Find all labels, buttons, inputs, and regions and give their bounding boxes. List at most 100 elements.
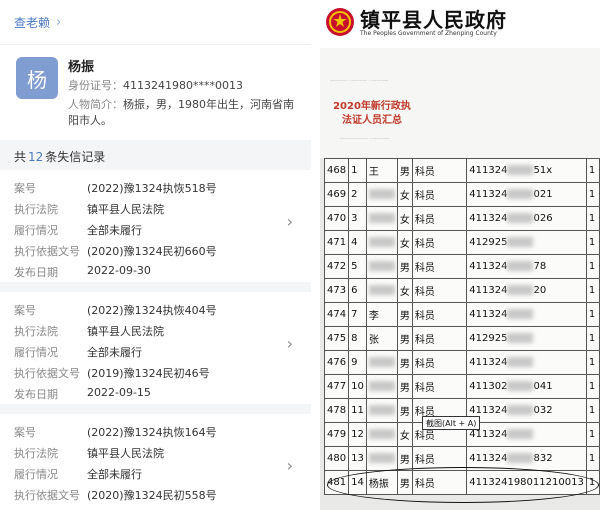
record-field-label: 履行情况 [14, 224, 58, 237]
row-index-text: 11 [351, 405, 364, 416]
id-value: 4113241980****0013 [123, 79, 243, 92]
chevron-right-icon[interactable]: › [287, 212, 293, 231]
row-number-text: 468 [327, 165, 347, 176]
record-count: 共 12 条失信记录 [14, 148, 105, 165]
breadcrumb[interactable]: 查老赖 › [0, 0, 311, 44]
chevron-right-icon[interactable]: › [287, 456, 293, 475]
staff-sex: 男 [396, 158, 413, 183]
person-id: 身份证号：4113241980****0013 [68, 77, 243, 93]
staff-title: 科员 [411, 470, 468, 495]
count-prefix: 共 [14, 150, 27, 164]
staff-id-tail: 78 [533, 261, 547, 272]
record-field-label: 执行依据文号 [14, 245, 80, 258]
redaction-blur [368, 213, 395, 223]
row-number-text: 473 [327, 285, 347, 296]
person-intro: 人物简介：杨振，男，1980年出生，河南省南阳市人。 [68, 97, 300, 129]
staff-sex-text: 女 [399, 431, 410, 442]
record-field-value: 2022-09-30 [87, 264, 151, 277]
record-card[interactable]: 案号 (2022)豫1324执恢518号 执行法院 镇平县人民法院 履行情况 全部未履行执… [0, 170, 311, 282]
count-number: 12 [28, 150, 44, 164]
row-number-text: 479 [327, 429, 347, 440]
staff-extra-text: 1 [588, 429, 596, 440]
row-number: 476 [323, 350, 350, 375]
row-number: 479 [323, 422, 350, 447]
staff-id-tail: 032 [533, 405, 553, 416]
staff-sex-text: 女 [399, 287, 410, 298]
intro-label: 人物简介： [68, 98, 123, 111]
row-number: 473 [323, 278, 350, 303]
staff-sex-text: 男 [399, 167, 410, 178]
table-row: 470 3 女科员 411324 026 1 [323, 206, 600, 231]
staff-sex: 女 [396, 182, 413, 207]
redaction-blur [507, 333, 534, 343]
staff-id: 411324 [466, 350, 587, 375]
staff-title-text: 科员 [414, 287, 435, 298]
staff-extra-text: 1 [588, 213, 596, 224]
staff-extra-text: 1 [588, 261, 596, 272]
credit-app-panel: 查老赖 › 杨 杨振 身份证号：4113241980****0013 人物简介：… [0, 0, 311, 510]
staff-id: 411324 [466, 302, 587, 327]
staff-sex: 女 [396, 230, 413, 255]
staff-title-text: 科员 [414, 479, 435, 490]
record-card[interactable]: 案号 (2022)豫1324执恢404号 执行法院 镇平县人民法院 履行情况 全部未履行执… [0, 292, 311, 404]
staff-sex-text: 男 [399, 263, 410, 274]
record-field-value: (2020)豫1324民初558号 [87, 489, 217, 502]
staff-extra-text: 1 [588, 309, 596, 320]
gov-document-photo: 镇平县人民政府 The Peoples Government of Zhenpi… [320, 0, 600, 510]
row-index-text: 10 [351, 381, 364, 392]
row-number: 475 [323, 326, 350, 351]
row-number-text: 477 [327, 381, 347, 392]
record-field-value: 2022-09-15 [87, 386, 151, 399]
staff-extra: 1 [585, 254, 600, 279]
row-number: 480 [323, 446, 350, 471]
staff-title-text: 科员 [414, 335, 435, 346]
record-card[interactable]: 案号 (2022)豫1324执恢164号 执行法院 镇平县人民法院 履行情况 全部未履行执… [0, 414, 311, 510]
row-index-text: 2 [351, 189, 358, 200]
row-index: 9 [348, 350, 367, 375]
redaction-blur [368, 381, 395, 391]
staff-title-text: 科员 [414, 263, 435, 274]
row-index-text: 12 [351, 429, 364, 440]
record-field-label: 发布日期 [14, 266, 58, 279]
staff-title: 科员 [411, 206, 468, 231]
staff-id-text: 411324 [469, 357, 508, 368]
table-row: 473 6 女科员 411324 20 1 [323, 278, 600, 303]
staff-extra: 1 [585, 446, 600, 471]
staff-extra-text: 1 [588, 165, 596, 176]
row-index: 11 [348, 398, 367, 423]
staff-extra: 1 [585, 326, 600, 351]
row-index: 10 [348, 374, 367, 399]
chevron-right-icon[interactable]: › [287, 334, 293, 353]
document-header: ———— ·· ———— ·· ———— 2020年新行政执 法证人员汇总 ——… [320, 48, 600, 158]
table-row: 477 10 男科员 411302 041 1 [323, 374, 600, 399]
staff-title: 科员 [411, 278, 468, 303]
staff-name [365, 398, 398, 423]
staff-name: 杨振 [365, 470, 398, 495]
staff-name-text: 杨振 [368, 479, 389, 490]
staff-extra: 1 [585, 230, 600, 255]
redaction-blur [507, 285, 534, 295]
row-number: 468 [323, 158, 350, 183]
staff-title-text: 科员 [414, 455, 435, 466]
record-field-value: (2022)豫1324执恢404号 [87, 304, 217, 317]
staff-id: 412925 [466, 230, 587, 255]
row-index-text: 14 [351, 477, 364, 488]
row-number: 469 [323, 182, 350, 207]
table-row: 469 2 女科员 411324 021 1 [323, 182, 600, 207]
redaction-blur [507, 165, 534, 175]
staff-extra-text: 1 [588, 453, 596, 464]
row-number-text: 469 [327, 189, 347, 200]
record-field-label: 履行情况 [14, 468, 58, 481]
count-suffix: 条失信记录 [45, 150, 106, 164]
staff-id-tail: 832 [533, 453, 553, 464]
staff-title: 科员 [411, 158, 468, 183]
staff-id-tail: 20 [533, 285, 547, 296]
redaction-blur [368, 285, 395, 295]
staff-name [365, 230, 398, 255]
row-number: 470 [323, 206, 350, 231]
staff-id-text: 411324 [469, 285, 508, 296]
staff-sex: 男 [396, 350, 413, 375]
document-meta-blur: ——————— ·· ———— [340, 136, 390, 141]
staff-id: 412925 [466, 326, 587, 351]
staff-name [365, 278, 398, 303]
